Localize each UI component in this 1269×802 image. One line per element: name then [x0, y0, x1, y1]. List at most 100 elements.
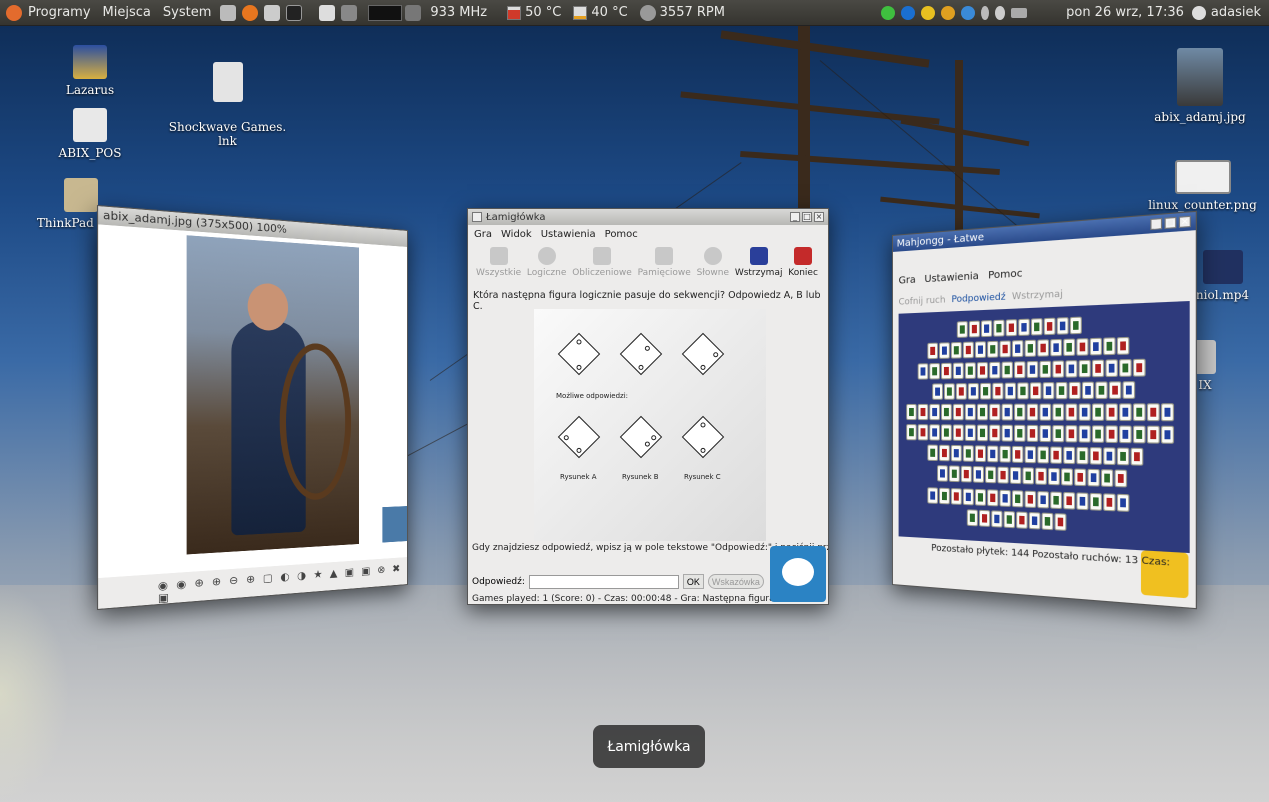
mahjong-tile[interactable]	[987, 489, 999, 507]
mahjong-tile[interactable]	[1024, 339, 1037, 357]
mahjong-tile[interactable]	[989, 361, 1001, 379]
mahjong-tile[interactable]	[940, 403, 952, 421]
menu-widok[interactable]: Widok	[501, 229, 532, 240]
mahjong-tile[interactable]	[1160, 403, 1175, 422]
mahjongg-titlebar[interactable]: Mahjongg - Łatwe _ □ ×	[892, 211, 1196, 252]
mahjong-tile[interactable]	[955, 383, 967, 400]
mahjong-tile[interactable]	[992, 382, 1004, 400]
menu-gra[interactable]: Gra	[899, 274, 916, 286]
mahjong-tile[interactable]	[1076, 446, 1089, 465]
firefox-icon[interactable]	[242, 4, 259, 21]
mahjong-tile[interactable]	[964, 362, 976, 380]
mahjong-tile[interactable]	[1047, 467, 1060, 486]
mahjong-tile[interactable]	[1065, 360, 1078, 378]
menu-pomoc[interactable]: Pomoc	[605, 229, 638, 240]
mahjong-tile[interactable]	[999, 445, 1011, 463]
mahjong-tile[interactable]	[1050, 338, 1063, 357]
ok-button[interactable]: OK	[682, 574, 704, 589]
network-status-icon[interactable]	[881, 5, 896, 20]
mahjong-tile[interactable]	[1076, 338, 1089, 356]
mahjong-tile[interactable]	[1068, 381, 1081, 400]
mahjong-tile[interactable]	[1052, 425, 1065, 443]
mahjong-tile[interactable]	[1105, 359, 1118, 378]
user-icon[interactable]	[1191, 5, 1206, 20]
update-icon[interactable]	[961, 5, 976, 20]
mahjong-tile[interactable]	[1004, 382, 1017, 400]
toolbar-obliczeniowe[interactable]: Obliczeniowe	[572, 247, 632, 287]
mahjong-tile[interactable]	[927, 487, 939, 504]
desktop-icon-lazarus[interactable]: Lazarus	[55, 45, 125, 97]
pause-button[interactable]: Wstrzymaj	[1012, 289, 1063, 302]
mahjong-tile[interactable]	[1091, 425, 1105, 443]
hp-icon[interactable]	[901, 5, 916, 20]
mahjong-tile[interactable]	[1076, 492, 1089, 511]
mahjong-tile[interactable]	[1060, 468, 1074, 486]
mahjong-tile[interactable]	[1056, 317, 1069, 335]
bluetooth-icon[interactable]	[981, 5, 990, 20]
mahjong-tile[interactable]	[917, 363, 929, 380]
mahjong-tile[interactable]	[1050, 491, 1063, 510]
mahjong-tile[interactable]	[974, 445, 987, 463]
mahjong-tile[interactable]	[999, 489, 1011, 507]
mahjong-tile[interactable]	[1105, 425, 1118, 444]
answer-input[interactable]	[528, 574, 679, 589]
mahjong-tile[interactable]	[1001, 403, 1013, 421]
mahjong-tile[interactable]	[1116, 493, 1130, 512]
mahjong-tile[interactable]	[960, 465, 972, 483]
mahjong-tile[interactable]	[939, 444, 950, 462]
mahjong-tile[interactable]	[927, 444, 939, 462]
menu-ustawienia[interactable]: Ustawienia	[541, 229, 596, 240]
mahjong-tile[interactable]	[968, 320, 980, 338]
mahjong-tile[interactable]	[1105, 403, 1118, 422]
mahjong-tile[interactable]	[964, 424, 976, 442]
minimize-button[interactable]: _	[1150, 217, 1163, 231]
mahjong-tile[interactable]	[1001, 424, 1013, 442]
mahjong-tile[interactable]	[950, 488, 962, 505]
mahjong-tile[interactable]	[1063, 446, 1076, 465]
mahjong-tile[interactable]	[962, 341, 974, 359]
mahjong-tile[interactable]	[1095, 381, 1108, 400]
mahjong-tile[interactable]	[929, 362, 941, 380]
menu-gra[interactable]: Gra	[474, 229, 492, 240]
mahjong-tile[interactable]	[1052, 360, 1065, 378]
desktop-icon-abix-adamj[interactable]: abix_adamj.jpg	[1145, 48, 1255, 124]
mahjong-tile[interactable]	[1039, 403, 1052, 421]
mahjong-tile[interactable]	[1119, 425, 1132, 444]
mahjong-tile[interactable]	[1055, 381, 1068, 400]
mahjong-tile[interactable]	[1103, 493, 1116, 512]
mahjong-tile[interactable]	[1037, 339, 1050, 357]
mahjong-tile[interactable]	[1054, 513, 1067, 531]
mail-icon[interactable]	[264, 4, 281, 21]
mahjong-tile[interactable]	[906, 403, 917, 421]
mahjong-tile[interactable]	[1146, 425, 1160, 444]
mahjong-tile[interactable]	[956, 321, 968, 338]
mahjong-tile[interactable]	[932, 383, 943, 400]
mahjong-tile[interactable]	[1132, 403, 1146, 422]
launcher-icon[interactable]	[220, 4, 237, 21]
mahjong-tile[interactable]	[1119, 403, 1132, 422]
mahjong-tile[interactable]	[1065, 425, 1078, 443]
maximize-button[interactable]: □	[802, 212, 812, 222]
mahjong-tile[interactable]	[974, 488, 987, 506]
desktop-icon-abix-pos[interactable]: ABIX_POS	[50, 108, 130, 160]
mahjong-tile[interactable]	[1078, 425, 1091, 443]
menu-pomoc[interactable]: Pomoc	[988, 268, 1022, 282]
desktop-icon-shockwave[interactable]: Shockwave Games. lnk	[160, 48, 295, 162]
menu-ustawienia[interactable]: Ustawienia	[924, 270, 978, 284]
mahjong-tile[interactable]	[1039, 424, 1052, 443]
mahjong-tile[interactable]	[1016, 511, 1028, 529]
lamiglowka-window[interactable]: Łamigłówka _ □ × Gra Widok Ustawienia Po…	[467, 208, 829, 605]
toolbar-wstrzymaj[interactable]: Wstrzymaj	[735, 247, 782, 287]
mahjong-tile[interactable]	[1130, 447, 1144, 466]
mahjong-tile[interactable]	[987, 445, 999, 463]
mahjong-tile[interactable]	[1132, 425, 1146, 444]
mahjong-tile[interactable]	[978, 509, 991, 528]
hint-button[interactable]: Wskazówka	[707, 574, 764, 589]
editor-icon[interactable]	[319, 4, 336, 21]
battery-icon[interactable]	[1011, 7, 1028, 18]
mahjong-tile[interactable]	[1011, 445, 1024, 463]
mahjong-tile[interactable]	[1028, 511, 1041, 530]
menu-miejsca[interactable]: Miejsca	[97, 5, 157, 20]
mahjong-tile[interactable]	[917, 424, 929, 441]
mahjong-tile[interactable]	[1116, 336, 1130, 355]
